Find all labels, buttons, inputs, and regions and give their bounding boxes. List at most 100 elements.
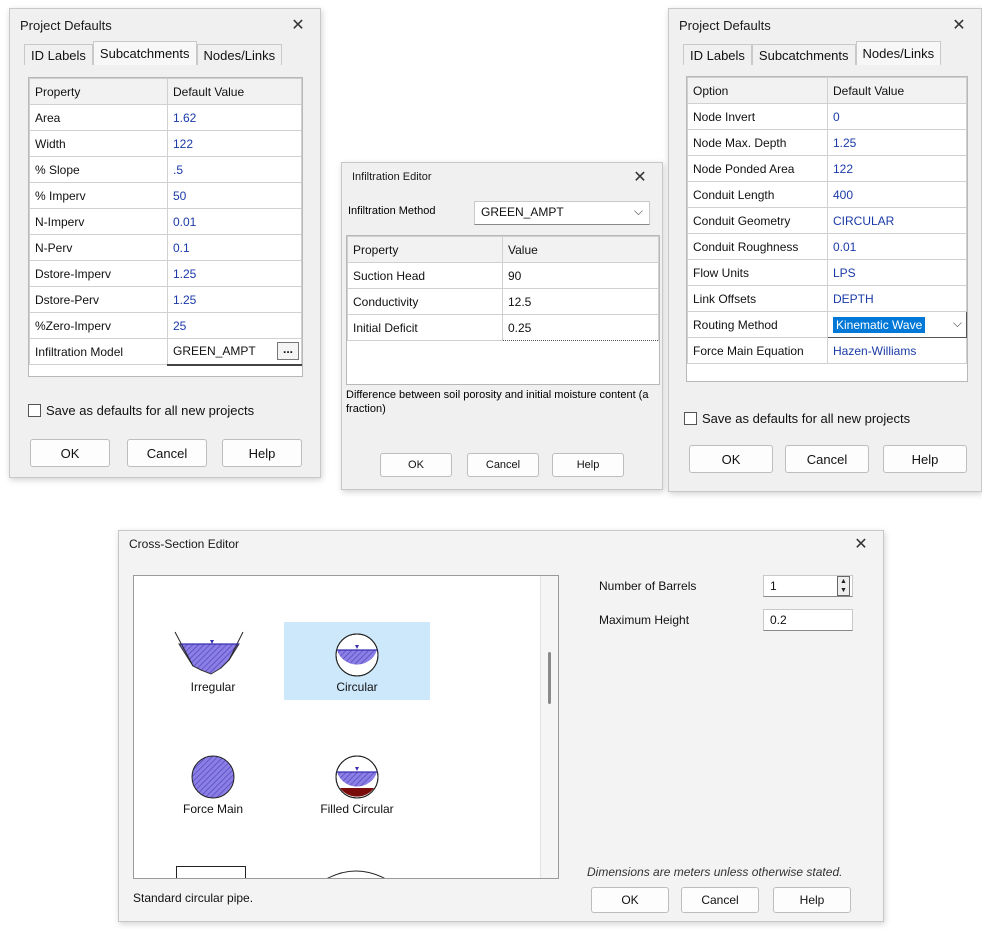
row-area[interactable]: Area 1.62 — [29, 104, 302, 131]
infiltration-method-select[interactable]: GREEN_AMPT ⌵ — [474, 201, 650, 225]
property-value-text: .5 — [173, 162, 184, 177]
property-name: Suction Head — [347, 262, 503, 289]
row-n-perv[interactable]: N-Perv 0.1 — [29, 234, 302, 261]
row-initial-deficit[interactable]: Initial Deficit 0.25 — [347, 314, 659, 341]
property-value[interactable]: 0.01 — [167, 208, 302, 235]
maximum-height-input[interactable]: 0.2 — [763, 609, 853, 631]
save-defaults-checkbox[interactable]: Save as defaults for all new projects — [684, 411, 910, 426]
help-button[interactable]: Help — [552, 453, 624, 477]
property-value[interactable]: 90 — [502, 262, 659, 289]
shape-partial-arc[interactable] — [316, 864, 396, 879]
property-value[interactable]: 12.5 — [502, 288, 659, 315]
property-value[interactable]: 25 — [167, 312, 302, 339]
close-icon[interactable]: ✕ — [286, 15, 310, 35]
number-of-barrels-spinner[interactable]: ▲ ▼ — [837, 576, 850, 596]
help-button[interactable]: Help — [222, 439, 302, 467]
shape-rectangular-partial[interactable] — [176, 866, 246, 878]
property-value[interactable]: Hazen-Williams — [827, 337, 967, 364]
property-value[interactable]: DEPTH — [827, 285, 967, 312]
ok-button[interactable]: OK — [689, 445, 773, 473]
ok-button[interactable]: OK — [591, 887, 669, 913]
help-button[interactable]: Help — [883, 445, 967, 473]
row-infiltration-model[interactable]: Infiltration Model GREEN_AMPT... — [29, 338, 302, 366]
checkbox-box[interactable] — [684, 412, 697, 425]
ellipsis-button[interactable]: ... — [277, 342, 299, 360]
property-value[interactable]: 1.25 — [167, 260, 302, 287]
gallery-scrollbar[interactable] — [540, 576, 558, 878]
tab-nodes-links[interactable]: Nodes/Links — [855, 41, 942, 65]
property-value[interactable]: 1.62 — [167, 104, 302, 131]
property-value[interactable]: 0.1 — [167, 234, 302, 261]
cancel-button[interactable]: Cancel — [785, 445, 869, 473]
property-value[interactable]: 0.01 — [827, 233, 967, 260]
property-value[interactable]: Kinematic Wave ⌵ — [827, 311, 967, 338]
cancel-button[interactable]: Cancel — [467, 453, 539, 477]
row-imperv[interactable]: % Imperv 50 — [29, 182, 302, 209]
row-suction-head[interactable]: Suction Head 90 — [347, 262, 659, 289]
row-slope[interactable]: % Slope .5 — [29, 156, 302, 183]
checkbox-box[interactable] — [28, 404, 41, 417]
save-defaults-checkbox[interactable]: Save as defaults for all new projects — [28, 403, 254, 418]
infiltration-method-value: GREEN_AMPT — [481, 205, 564, 219]
property-value[interactable]: 122 — [167, 130, 302, 157]
cancel-button[interactable]: Cancel — [681, 887, 759, 913]
cancel-button[interactable]: Cancel — [127, 439, 207, 467]
row-conduit-geometry[interactable]: Conduit Geometry CIRCULAR — [687, 207, 967, 234]
shape-label: Filled Circular — [320, 802, 394, 816]
property-value[interactable]: 122 — [827, 155, 967, 182]
close-icon[interactable]: ✕ — [947, 15, 971, 35]
property-value[interactable]: GREEN_AMPT... — [167, 338, 302, 366]
units-note: Dimensions are meters unless otherwise s… — [587, 865, 843, 879]
shape-force-main[interactable]: Force Main — [140, 744, 286, 822]
row-dstore-perv[interactable]: Dstore-Perv 1.25 — [29, 286, 302, 313]
shape-gallery: Irregular Circular Force Main Filled Cir… — [133, 575, 559, 879]
ok-button[interactable]: OK — [380, 453, 452, 477]
row-conduit-roughness[interactable]: Conduit Roughness 0.01 — [687, 233, 967, 260]
property-value-text: 90 — [508, 268, 522, 283]
row-conduit-length[interactable]: Conduit Length 400 — [687, 181, 967, 208]
property-value-text: 1.25 — [173, 292, 197, 307]
row-zero-imperv[interactable]: %Zero-Imperv 25 — [29, 312, 302, 339]
row-dstore-imperv[interactable]: Dstore-Imperv 1.25 — [29, 260, 302, 287]
tab-strip: ID Labels Subcatchments Nodes/Links — [24, 41, 320, 65]
chevron-down-icon[interactable]: ⌵ — [953, 316, 962, 331]
close-icon[interactable]: ✕ — [849, 534, 873, 554]
property-name: Initial Deficit — [347, 314, 503, 341]
row-node-ponded-area[interactable]: Node Ponded Area 122 — [687, 155, 967, 182]
row-n-imperv[interactable]: N-Imperv 0.01 — [29, 208, 302, 235]
property-value[interactable]: 1.25 — [167, 286, 302, 313]
row-link-offsets[interactable]: Link Offsets DEPTH — [687, 285, 967, 312]
tab-nodes-links[interactable]: Nodes/Links — [196, 44, 283, 65]
row-conductivity[interactable]: Conductivity 12.5 — [347, 288, 659, 315]
property-name: %Zero-Imperv — [29, 312, 168, 339]
property-value-text: 25 — [173, 318, 187, 333]
row-flow-units[interactable]: Flow Units LPS — [687, 259, 967, 286]
scrollbar-thumb[interactable] — [548, 652, 551, 704]
row-routing-method[interactable]: Routing Method Kinematic Wave ⌵ — [687, 311, 967, 338]
property-value[interactable]: 0.25 — [502, 314, 659, 341]
row-force-main-equation[interactable]: Force Main Equation Hazen-Williams — [687, 337, 967, 364]
property-value[interactable]: .5 — [167, 156, 302, 183]
tab-subcatchments[interactable]: Subcatchments — [92, 41, 197, 65]
ok-button[interactable]: OK — [30, 439, 110, 467]
column-header-default-value: Default Value — [827, 77, 967, 104]
close-icon[interactable]: ✕ — [628, 167, 652, 187]
row-width[interactable]: Width 122 — [29, 130, 302, 157]
row-node-max-depth[interactable]: Node Max. Depth 1.25 — [687, 129, 967, 156]
tab-id-labels[interactable]: ID Labels — [24, 44, 93, 65]
property-value[interactable]: 50 — [167, 182, 302, 209]
property-value[interactable]: 0 — [827, 103, 967, 130]
help-button[interactable]: Help — [773, 887, 851, 913]
property-value[interactable]: CIRCULAR — [827, 207, 967, 234]
spin-down-icon[interactable]: ▼ — [838, 586, 849, 595]
tab-id-labels[interactable]: ID Labels — [683, 44, 752, 65]
property-value[interactable]: 400 — [827, 181, 967, 208]
spin-up-icon[interactable]: ▲ — [838, 577, 849, 586]
tab-subcatchments[interactable]: Subcatchments — [751, 44, 856, 65]
shape-circular[interactable]: Circular — [284, 622, 430, 700]
shape-irregular[interactable]: Irregular — [140, 622, 286, 700]
shape-filled-circular[interactable]: Filled Circular — [284, 744, 430, 822]
row-node-invert[interactable]: Node Invert 0 — [687, 103, 967, 130]
property-value[interactable]: 1.25 — [827, 129, 967, 156]
property-value[interactable]: LPS — [827, 259, 967, 286]
